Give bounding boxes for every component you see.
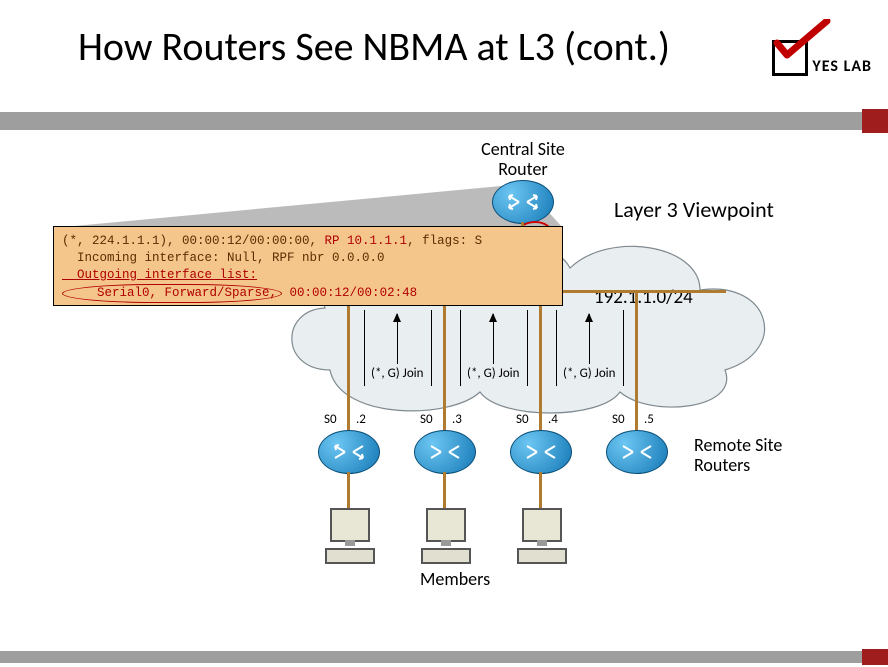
- central-router-icon: [492, 180, 554, 224]
- link-r4: [539, 290, 542, 430]
- r5-if: S0: [612, 412, 625, 427]
- cli-line-2: Incoming interface: Null, RPF nbr 0.0.0.…: [62, 250, 554, 267]
- remote-router-4-icon: [510, 430, 572, 474]
- cli-line-1: (*, 224.1.1.1), 00:00:12/00:00:00, RP 10…: [62, 233, 554, 250]
- link-r5: [635, 290, 638, 430]
- remote-routers-label: Routers: [694, 454, 750, 476]
- cli-line-4: Serial0, Forward/Sparse, 00:00:12/00:02:…: [62, 284, 554, 303]
- join-box-1: [364, 310, 432, 386]
- cli-l1c: , flags: S: [407, 234, 482, 248]
- cli-l4b: 00:00:12/00:02:48: [282, 286, 417, 300]
- cli-output-box: (*, 224.1.1.1), 00:00:12/00:00:00, RP 10…: [53, 226, 563, 306]
- member-pc-2-icon: [426, 508, 471, 564]
- join-box-2: [460, 310, 528, 386]
- r4-if: S0: [516, 412, 529, 427]
- top-divider: [0, 112, 888, 130]
- link-r3: [443, 290, 446, 430]
- link-pc-4: [539, 472, 542, 508]
- r5-ip: .5: [644, 412, 654, 427]
- r2-if: S0: [324, 412, 337, 427]
- remote-router-3-icon: [414, 430, 476, 474]
- remote-router-5-icon: [606, 430, 668, 474]
- logo-checkmark-icon: [773, 19, 831, 67]
- slide-root: How Routers See NBMA at L3 (cont.) YES L…: [0, 0, 888, 667]
- cli-line-3: Outgoing interface list:: [62, 267, 554, 284]
- bottom-divider: [0, 651, 888, 663]
- viewpoint-label: Layer 3 Viewpoint: [614, 196, 774, 223]
- r3-if: S0: [420, 412, 433, 427]
- cli-l1a: (*, 224.1.1.1), 00:00:12/00:00:00,: [62, 234, 325, 248]
- member-pc-3-icon: [522, 508, 567, 564]
- cli-l1b: RP 10.1.1.1: [325, 234, 408, 248]
- member-pc-1-icon: [330, 508, 375, 564]
- central-router-label: Router: [468, 158, 578, 180]
- link-pc-2: [347, 472, 350, 508]
- link-r2: [347, 290, 350, 430]
- logo-checkbox-icon: [772, 40, 808, 76]
- link-pc-3: [443, 472, 446, 508]
- cli-l4a: Serial0, Forward/Sparse,: [62, 284, 282, 303]
- slide-title: How Routers See NBMA at L3 (cont.): [78, 22, 670, 71]
- remote-router-2-icon: [318, 430, 380, 474]
- r3-ip: .3: [452, 412, 462, 427]
- r4-ip: .4: [548, 412, 558, 427]
- central-site-label: Central Site: [468, 138, 578, 160]
- members-label: Members: [420, 568, 490, 590]
- r2-ip: .2: [356, 412, 366, 427]
- remote-site-label: Remote Site: [694, 434, 782, 456]
- join-box-3: [556, 310, 624, 386]
- yes-lab-logo: YES LAB: [772, 40, 872, 76]
